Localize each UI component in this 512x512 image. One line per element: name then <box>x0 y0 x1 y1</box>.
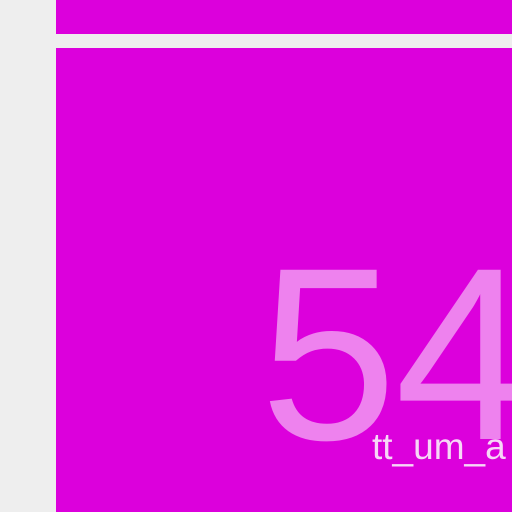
tile-label: tt_um_a <box>372 426 506 467</box>
screen: 54 tt_um_a <box>0 0 512 512</box>
top-tile[interactable] <box>56 0 512 34</box>
left-gutter <box>0 0 56 512</box>
main-tile[interactable]: 54 tt_um_a <box>56 48 512 512</box>
